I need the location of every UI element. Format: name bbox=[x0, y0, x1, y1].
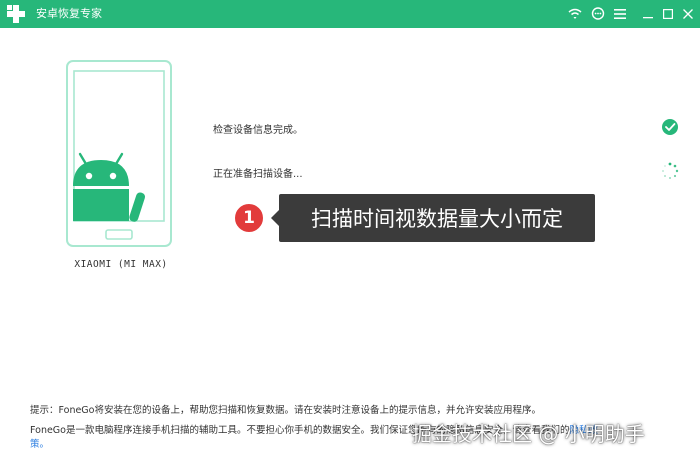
privacy-policy-link-wrap[interactable]: 策。 bbox=[30, 439, 49, 450]
wifi-icon[interactable] bbox=[566, 5, 584, 23]
check-circle-icon bbox=[662, 119, 678, 135]
step-label-prepare-scan: 正在准备扫描设备... bbox=[213, 169, 303, 180]
callout-text: 扫描时间视数据量大小而定 bbox=[279, 194, 595, 242]
app-logo-icon bbox=[7, 5, 25, 23]
device-name: XIAOMI (MI MAX) bbox=[74, 259, 168, 270]
device-illustration bbox=[60, 56, 182, 274]
feedback-icon[interactable] bbox=[589, 5, 607, 23]
menu-icon[interactable] bbox=[611, 5, 629, 23]
spinner-icon bbox=[662, 162, 679, 179]
maximize-icon[interactable] bbox=[659, 5, 677, 23]
title-bar[interactable]: 安卓恢复专家 bbox=[0, 0, 700, 28]
install-hint-text: 提示：FoneGo将安装在您的设备上，帮助您扫描和恢复数据。请在安装时注意设备上… bbox=[30, 405, 541, 416]
close-icon[interactable] bbox=[679, 5, 697, 23]
app-title: 安卓恢复专家 bbox=[36, 7, 102, 20]
app-window: 安卓恢复专家 XIAOMI (MI MAX) 检查设备信息完成。 正在准备扫描设… bbox=[0, 0, 700, 464]
phone-icon bbox=[66, 60, 172, 247]
callout-arrow bbox=[271, 210, 279, 226]
callout-number-badge: 1 bbox=[233, 202, 265, 234]
minimize-icon[interactable] bbox=[639, 5, 657, 23]
watermark-text: 掘金技术社区 @ 小明助手 bbox=[412, 422, 645, 446]
scan-time-callout: 1 扫描时间视数据量大小而定 bbox=[233, 194, 595, 242]
step-label-check-device: 检查设备信息完成。 bbox=[213, 125, 303, 136]
